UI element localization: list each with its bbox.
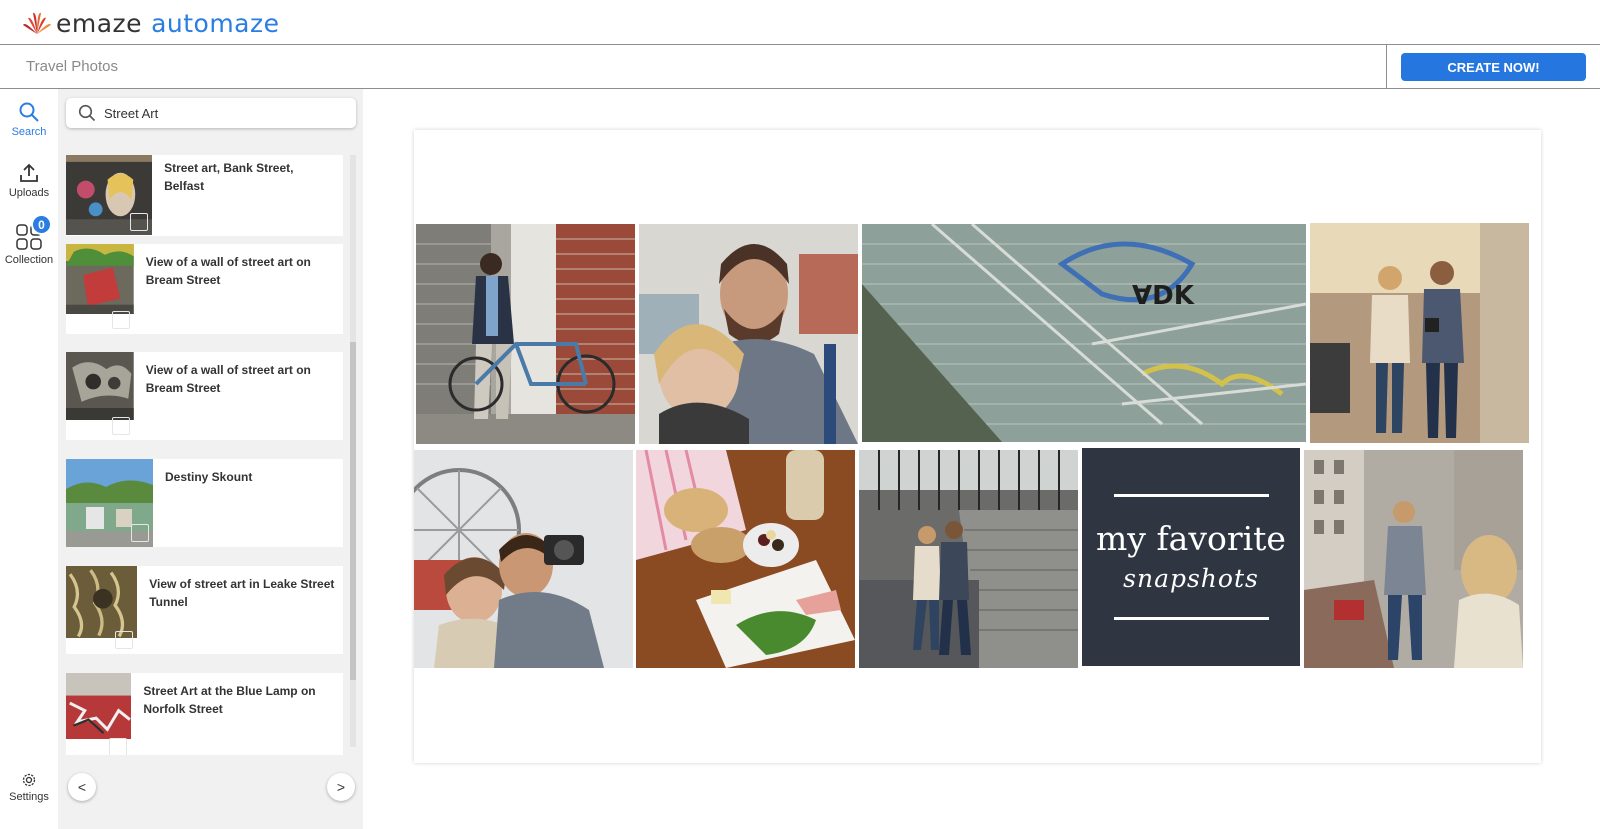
street-art-thumbnail-image xyxy=(66,244,134,315)
brand-word-automaze: automaze xyxy=(151,8,280,38)
rail-uploads[interactable]: Uploads xyxy=(0,162,58,199)
title-card-line2: snapshots xyxy=(1123,564,1259,593)
result-item[interactable]: Street art, Bank Street, Belfast xyxy=(66,155,343,236)
result-thumbnail[interactable] xyxy=(66,566,138,654)
select-checkbox[interactable] xyxy=(109,738,128,755)
photo-image xyxy=(1304,450,1523,668)
collage-photo-couple-embrace[interactable] xyxy=(639,224,858,444)
rail-collection-label: Collection xyxy=(4,254,54,266)
prev-page-button[interactable]: < xyxy=(68,773,96,801)
result-thumbnail[interactable] xyxy=(66,459,153,547)
favorite-snapshots-title-card[interactable]: my favorite snapshots xyxy=(1082,448,1300,666)
search-box[interactable] xyxy=(66,98,356,128)
results-scrollbar-thumb[interactable] xyxy=(350,342,356,680)
collage-photo-couple-by-stairs[interactable] xyxy=(859,450,1078,668)
emaze-logo[interactable]: emaze automaze xyxy=(22,8,280,38)
collage-photo-graffiti-stairs[interactable]: ⱯDK xyxy=(862,224,1306,442)
rail-search[interactable]: Search xyxy=(0,101,58,138)
photo-image xyxy=(639,224,858,444)
result-thumbnail[interactable] xyxy=(66,352,134,440)
rail-settings-label: Settings xyxy=(9,791,49,803)
rail-search-label: Search xyxy=(11,126,47,138)
street-art-thumbnail-image xyxy=(66,566,138,639)
photo-image xyxy=(1310,223,1529,443)
select-checkbox[interactable] xyxy=(111,417,130,435)
result-title: Destiny Skount xyxy=(165,470,253,484)
result-item[interactable]: View of a wall of street art on Bream St… xyxy=(66,352,343,440)
title-card-rule-bottom xyxy=(1113,617,1269,620)
select-checkbox[interactable] xyxy=(111,311,130,329)
result-thumbnail[interactable] xyxy=(66,673,132,755)
select-checkbox[interactable] xyxy=(130,213,149,231)
upload-icon xyxy=(20,163,38,182)
collage-photo-couple-walking-street[interactable] xyxy=(1310,223,1529,443)
result-title: Street Art at the Blue Lamp on Norfolk S… xyxy=(143,684,316,716)
collage-photo-food-table[interactable] xyxy=(636,450,855,668)
street-art-thumbnail-image xyxy=(66,352,134,421)
photo-image xyxy=(416,224,635,444)
title-bar: Travel Photos CREATE NOW! xyxy=(0,45,1600,89)
collage-photo-man-with-bicycle[interactable] xyxy=(416,224,635,444)
search-icon xyxy=(78,104,96,122)
result-title: View of street art in Leake Street Tunne… xyxy=(149,577,335,609)
search-panel: Street art, Bank Street, Belfast View of… xyxy=(58,89,363,829)
result-item[interactable]: View of street art in Leake Street Tunne… xyxy=(66,566,343,654)
photo-image xyxy=(859,450,1078,668)
gear-icon xyxy=(22,773,36,787)
result-thumbnail[interactable] xyxy=(66,155,153,236)
brand-bar: emaze automaze xyxy=(0,0,1600,45)
photo-image: ⱯDK xyxy=(862,224,1306,442)
brand-word-emaze: emaze xyxy=(56,8,143,38)
left-rail: Search Uploads Collection 0 Settings xyxy=(0,89,58,829)
result-item[interactable]: Destiny Skount xyxy=(66,459,343,547)
flower-logo-icon xyxy=(23,12,51,34)
search-results-list: Street art, Bank Street, Belfast View of… xyxy=(66,155,346,755)
rail-collection[interactable]: Collection 0 xyxy=(0,214,58,266)
street-art-thumbnail-image xyxy=(66,673,132,740)
presentation-title[interactable]: Travel Photos xyxy=(26,58,118,75)
next-page-button[interactable]: > xyxy=(327,773,355,801)
photo-image xyxy=(414,450,633,668)
collage-photo-couple-selfie[interactable] xyxy=(414,450,633,668)
collage-photo-man-on-city-street[interactable] xyxy=(1304,450,1523,668)
rail-uploads-label: Uploads xyxy=(8,187,50,199)
svg-text:ⱯDK: ⱯDK xyxy=(1132,281,1195,311)
title-divider xyxy=(1386,45,1387,89)
slide-canvas[interactable]: ⱯDK my favorite snapshots xyxy=(414,130,1541,763)
create-now-button[interactable]: CREATE NOW! xyxy=(1401,53,1586,81)
result-thumbnail[interactable] xyxy=(66,244,134,334)
search-input[interactable] xyxy=(104,105,344,121)
result-title: View of a wall of street art on Bream St… xyxy=(145,363,311,395)
photo-image xyxy=(636,450,855,668)
rail-settings[interactable]: Settings xyxy=(0,772,58,803)
results-scrollbar[interactable] xyxy=(350,155,356,747)
collection-count-badge: 0 xyxy=(31,214,52,235)
search-icon xyxy=(19,102,39,122)
title-card-line1: my favorite xyxy=(1096,519,1286,558)
select-checkbox[interactable] xyxy=(131,524,149,542)
result-title: View of a wall of street art on Bream St… xyxy=(145,255,311,287)
title-card-rule-top xyxy=(1113,494,1269,497)
result-item[interactable]: View of a wall of street art on Bream St… xyxy=(66,244,343,334)
result-title: Street art, Bank Street, Belfast xyxy=(164,161,294,193)
result-item[interactable]: Street Art at the Blue Lamp on Norfolk S… xyxy=(66,673,343,755)
select-checkbox[interactable] xyxy=(115,631,134,649)
